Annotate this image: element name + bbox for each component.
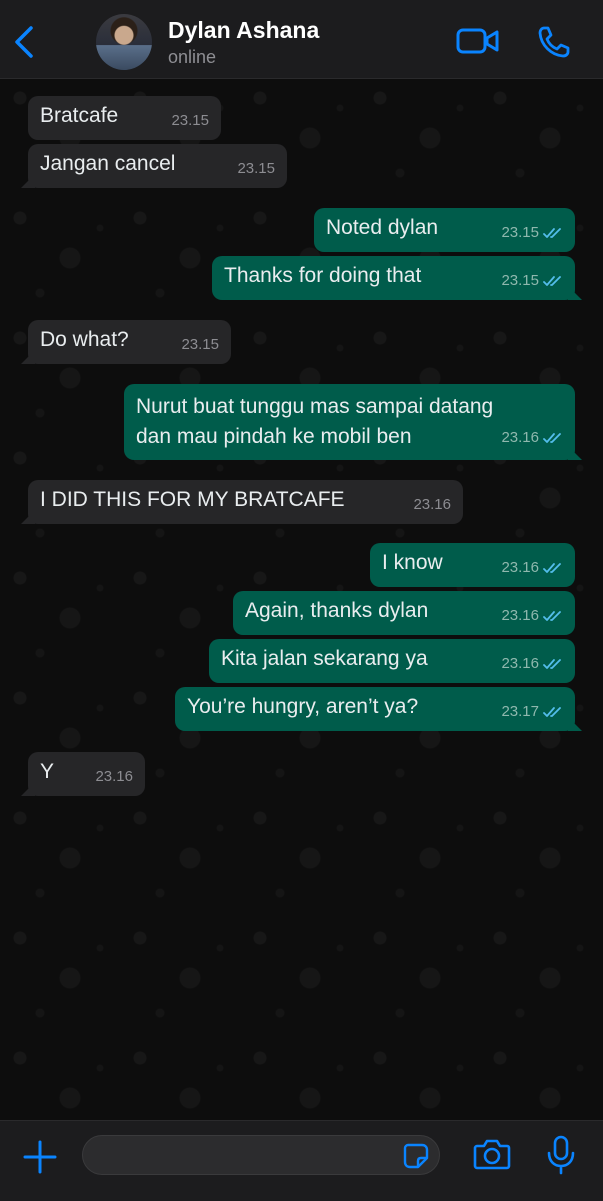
microphone-icon[interactable] bbox=[546, 1135, 576, 1175]
message-text: I DID THIS FOR MY BRATCAFE bbox=[40, 488, 345, 511]
message-time: 23.15 bbox=[237, 160, 275, 177]
read-ticks-icon bbox=[543, 563, 561, 573]
message-input[interactable] bbox=[97, 1136, 391, 1176]
message-time: 23.17 bbox=[501, 703, 539, 720]
message-time: 23.16 bbox=[501, 607, 539, 624]
contact-name[interactable]: Dylan Ashana bbox=[168, 17, 319, 44]
read-ticks-icon bbox=[543, 707, 561, 717]
message-outgoing[interactable]: Again, thanks dylan 23.16 bbox=[233, 591, 575, 635]
message-outgoing[interactable]: Noted dylan 23.15 bbox=[314, 208, 575, 252]
read-ticks-icon bbox=[543, 659, 561, 669]
chat-header: Dylan Ashana online bbox=[0, 0, 603, 79]
sticker-icon[interactable] bbox=[403, 1143, 429, 1169]
message-time: 23.15 bbox=[501, 272, 539, 289]
message-outgoing[interactable]: Nurut buat tunggu mas sampai datang dan … bbox=[124, 384, 582, 460]
camera-icon[interactable] bbox=[473, 1137, 511, 1171]
avatar[interactable] bbox=[96, 14, 152, 70]
back-chevron-icon[interactable] bbox=[10, 24, 40, 60]
read-ticks-icon bbox=[543, 433, 561, 443]
message-time: 23.15 bbox=[501, 224, 539, 241]
input-bar bbox=[0, 1120, 603, 1201]
message-incoming[interactable]: Jangan cancel 23.15 bbox=[21, 144, 287, 188]
message-composer[interactable] bbox=[82, 1135, 440, 1176]
message-incoming[interactable]: I DID THIS FOR MY BRATCAFE 23.16 bbox=[21, 480, 463, 524]
message-time: 23.16 bbox=[95, 768, 133, 785]
message-outgoing[interactable]: Kita jalan sekarang ya 23.16 bbox=[209, 639, 575, 683]
read-ticks-icon bbox=[543, 611, 561, 621]
video-camera-icon[interactable] bbox=[456, 26, 500, 56]
contact-status: online bbox=[168, 47, 217, 67]
read-ticks-icon bbox=[543, 228, 561, 238]
message-time: 23.15 bbox=[171, 112, 209, 129]
message-outgoing[interactable]: I know 23.16 bbox=[370, 543, 575, 587]
plus-icon[interactable] bbox=[22, 1139, 58, 1175]
message-incoming[interactable]: Y 23.16 bbox=[21, 752, 145, 796]
message-time: 23.16 bbox=[501, 655, 539, 672]
message-outgoing[interactable]: Thanks for doing that 23.15 bbox=[212, 256, 582, 300]
message-time: 23.16 bbox=[413, 496, 451, 513]
message-text: Nurut buat tunggu mas sampai datang dan … bbox=[136, 395, 494, 448]
message-time: 23.16 bbox=[501, 559, 539, 576]
message-time: 23.16 bbox=[501, 429, 539, 446]
phone-icon[interactable] bbox=[536, 24, 572, 60]
read-ticks-icon bbox=[543, 276, 561, 286]
message-time: 23.15 bbox=[181, 336, 219, 353]
message-incoming[interactable]: Do what? 23.15 bbox=[21, 320, 231, 364]
message-incoming[interactable]: Bratcafe 23.15 bbox=[28, 96, 221, 140]
message-outgoing[interactable]: You’re hungry, aren’t ya? 23.17 bbox=[175, 687, 582, 731]
